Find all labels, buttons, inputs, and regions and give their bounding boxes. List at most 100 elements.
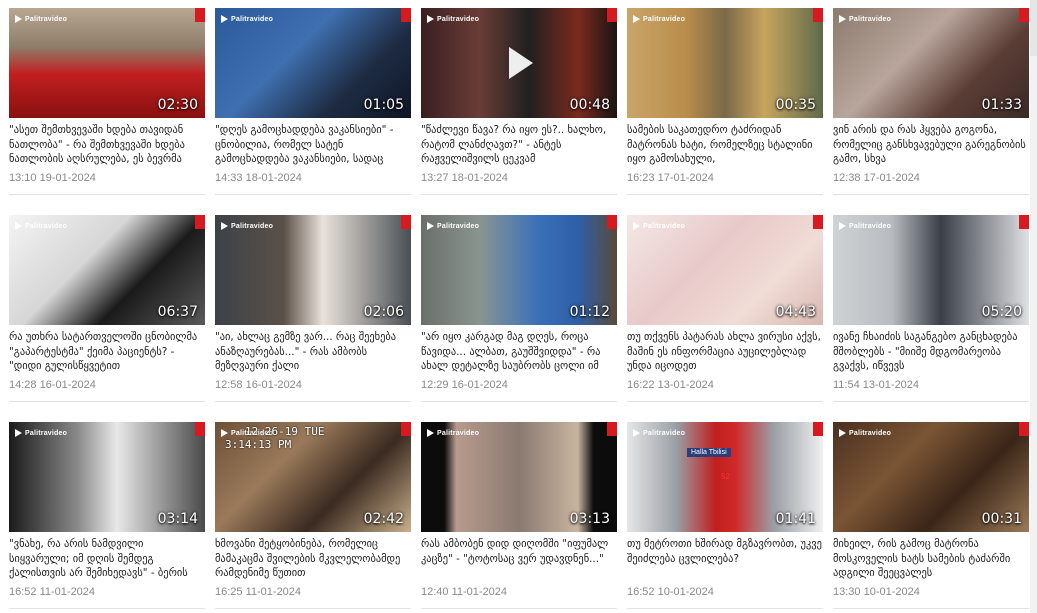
video-title[interactable]: "დღეს გამოცხადდება ვაკანსიები" - ცნობილი… — [215, 123, 411, 167]
brand-red-tab — [195, 422, 205, 436]
video-title[interactable]: "არ იყო კარგად მაგ დღეს, როცა წავიდა... … — [421, 330, 617, 374]
video-duration: 03:14 — [157, 511, 198, 527]
video-date: 16:25 11-01-2024 — [215, 586, 302, 598]
video-card[interactable]: Palitravideo 01:12 "არ იყო კარგად მაგ დღ… — [421, 215, 617, 405]
brand-label: Palitravideo — [849, 429, 892, 437]
video-thumbnail[interactable]: Palitravideo 00:31 — [833, 422, 1029, 532]
video-card[interactable]: Palitravideo 02:42 12-26-19 TUE 3:14:13 P… — [215, 422, 411, 612]
video-date: 16:22 13-01-2024 — [627, 379, 714, 391]
palitra-video-logo: Palitravideo — [839, 13, 891, 25]
brand-label: Palitravideo — [437, 429, 480, 437]
video-date: 13:27 18-01-2024 — [421, 172, 508, 184]
video-duration: 02:30 — [157, 97, 198, 113]
palitra-video-logo: Palitravideo — [15, 13, 67, 25]
metro-train-number: 52 — [721, 472, 730, 481]
video-thumbnail[interactable]: Palitravideo 01:41 Halla Tbilisi 52 — [627, 422, 823, 532]
divider — [833, 401, 1029, 402]
brand-red-tab — [401, 215, 411, 229]
video-card[interactable]: Palitravideo 03:14 "ვნახე, რა არის ნამდვ… — [9, 422, 205, 612]
play-icon — [221, 15, 228, 23]
video-duration: 01:05 — [363, 97, 404, 113]
play-icon — [633, 15, 640, 23]
palitra-video-logo: Palitravideo — [839, 220, 891, 232]
video-card[interactable]: Palitravideo 00:31 მიხეილ, რის გამოც მატ… — [833, 422, 1029, 612]
video-duration: 02:06 — [363, 304, 404, 320]
brand-red-tab — [607, 215, 617, 229]
video-card[interactable]: Palitravideo 06:37 რა უთხრა სატართველოში… — [9, 215, 205, 405]
video-card[interactable]: Palitravideo 04:43 თუ თქვენს პატარას ახლ… — [627, 215, 823, 405]
brand-red-tab — [607, 422, 617, 436]
play-icon — [427, 222, 434, 230]
video-duration: 05:20 — [981, 304, 1022, 320]
brand-label: Palitravideo — [25, 222, 68, 230]
video-duration: 04:43 — [775, 304, 816, 320]
video-card[interactable]: Palitravideo 02:06 "აი, ახლაც გემზე ვარ.… — [215, 215, 411, 405]
video-title[interactable]: მიხეილ, რის გამოც მატრონა მოსკოველის ხატ… — [833, 537, 1029, 581]
video-thumbnail[interactable]: Palitravideo 00:35 — [627, 8, 823, 118]
video-thumbnail[interactable]: Palitravideo 02:06 — [215, 215, 411, 325]
brand-red-tab — [1019, 215, 1029, 229]
video-card[interactable]: Palitravideo 02:30 "ასეთ შემთხვევაში ხდე… — [9, 8, 205, 198]
video-duration: 01:33 — [981, 97, 1022, 113]
video-thumbnail[interactable]: Palitravideo 01:33 — [833, 8, 1029, 118]
video-card[interactable]: Palitravideo 01:41 Halla Tbilisi 52 თუ მე… — [627, 422, 823, 612]
divider — [9, 608, 205, 609]
divider — [627, 401, 823, 402]
video-thumbnail[interactable]: Palitravideo 03:13 — [421, 422, 617, 532]
divider — [421, 608, 617, 609]
video-date: 14:33 18-01-2024 — [215, 172, 302, 184]
video-title[interactable]: რას ამბობენ დიდ დიღომში "იფუმალ კაცზე" -… — [421, 537, 617, 581]
video-card[interactable]: Palitravideo 01:33 ვინ არის და რას ჰყვებ… — [833, 8, 1029, 198]
video-date: 14:28 16-01-2024 — [9, 379, 96, 391]
video-title[interactable]: ივანე ჩხაიძის საგანგებო განცხადება მშობლ… — [833, 330, 1029, 374]
palitra-video-logo: Palitravideo — [839, 427, 891, 439]
video-thumbnail[interactable]: Palitravideo 02:30 — [9, 8, 205, 118]
video-thumbnail[interactable]: Palitravideo 03:14 — [9, 422, 205, 532]
video-card[interactable]: Palitravideo 00:48 "წაძლევი წავა? რა იყო… — [421, 8, 617, 198]
scrollbar-track[interactable] — [1030, 0, 1037, 613]
video-thumbnail[interactable]: Palitravideo 02:42 12-26-19 TUE 3:14:13 P… — [215, 422, 411, 532]
video-title[interactable]: "წაძლევი წავა? რა იყო ეს?.. ხალხო, რატომ… — [421, 123, 617, 167]
video-title[interactable]: თუ მეტროთი ხშირად მგზავრობთ, უკვე შეიძლე… — [627, 537, 823, 581]
video-title[interactable]: თუ თქვენს პატარას ახლა ვირუსი აქვს, მაში… — [627, 330, 823, 374]
play-icon — [221, 429, 228, 437]
video-duration: 00:48 — [569, 97, 610, 113]
palitra-video-logo: Palitravideo — [633, 220, 685, 232]
scrollbar-thumb[interactable] — [1030, 0, 1037, 56]
video-date: 16:52 10-01-2024 — [627, 586, 714, 598]
video-thumbnail[interactable]: Palitravideo 05:20 — [833, 215, 1029, 325]
video-card[interactable]: Palitravideo 01:05 "დღეს გამოცხადდება ვა… — [215, 8, 411, 198]
video-thumbnail[interactable]: Palitravideo 01:12 — [421, 215, 617, 325]
video-thumbnail[interactable]: Palitravideo 04:43 — [627, 215, 823, 325]
video-title[interactable]: "ასეთ შემთხვევაში ხდება თავიდან ნათლობა"… — [9, 123, 205, 167]
video-title[interactable]: სამების საკათედრო ტაძრიდან მატრონას ხატი… — [627, 123, 823, 167]
video-title[interactable]: ხმოვანი შეტყობინება, რომელიც მამაკაცმა შ… — [215, 537, 411, 581]
video-thumbnail[interactable]: Palitravideo 06:37 — [9, 215, 205, 325]
video-date: 12:38 17-01-2024 — [833, 172, 920, 184]
video-card[interactable]: Palitravideo 00:35 სამების საკათედრო ტაძ… — [627, 8, 823, 198]
brand-label: Palitravideo — [849, 15, 892, 23]
play-icon — [839, 429, 846, 437]
large-play-icon[interactable] — [509, 47, 533, 79]
divider — [421, 401, 617, 402]
brand-label: Palitravideo — [849, 222, 892, 230]
video-duration: 06:37 — [157, 304, 198, 320]
video-title[interactable]: "აი, ახლაც გემზე ვარ... რაც შეეხება ანაზ… — [215, 330, 411, 374]
video-title[interactable]: რა უთხრა სატართველოში ცნობილმა "გაპარტეს… — [9, 330, 205, 374]
brand-red-tab — [195, 215, 205, 229]
divider — [215, 608, 411, 609]
brand-label: Palitravideo — [643, 429, 686, 437]
video-title[interactable]: "ვნახე, რა არის ნამდვილი სიყვარული; იმ დ… — [9, 537, 205, 581]
cctv-timestamp-date: 12-26-19 TUE — [245, 425, 325, 438]
play-icon — [633, 222, 640, 230]
brand-label: Palitravideo — [25, 429, 68, 437]
brand-red-tab — [813, 215, 823, 229]
divider — [9, 401, 205, 402]
video-card[interactable]: Palitravideo 03:13 რას ამბობენ დიდ დიღომ… — [421, 422, 617, 612]
video-thumbnail[interactable]: Palitravideo 01:05 — [215, 8, 411, 118]
palitra-video-logo: Palitravideo — [633, 427, 685, 439]
video-duration: 03:13 — [569, 511, 610, 527]
video-thumbnail[interactable]: Palitravideo 00:48 — [421, 8, 617, 118]
video-title[interactable]: ვინ არის და რას ჰყვება გოგონა, რომელიც გ… — [833, 123, 1029, 167]
video-card[interactable]: Palitravideo 05:20 ივანე ჩხაიძის საგანგე… — [833, 215, 1029, 405]
